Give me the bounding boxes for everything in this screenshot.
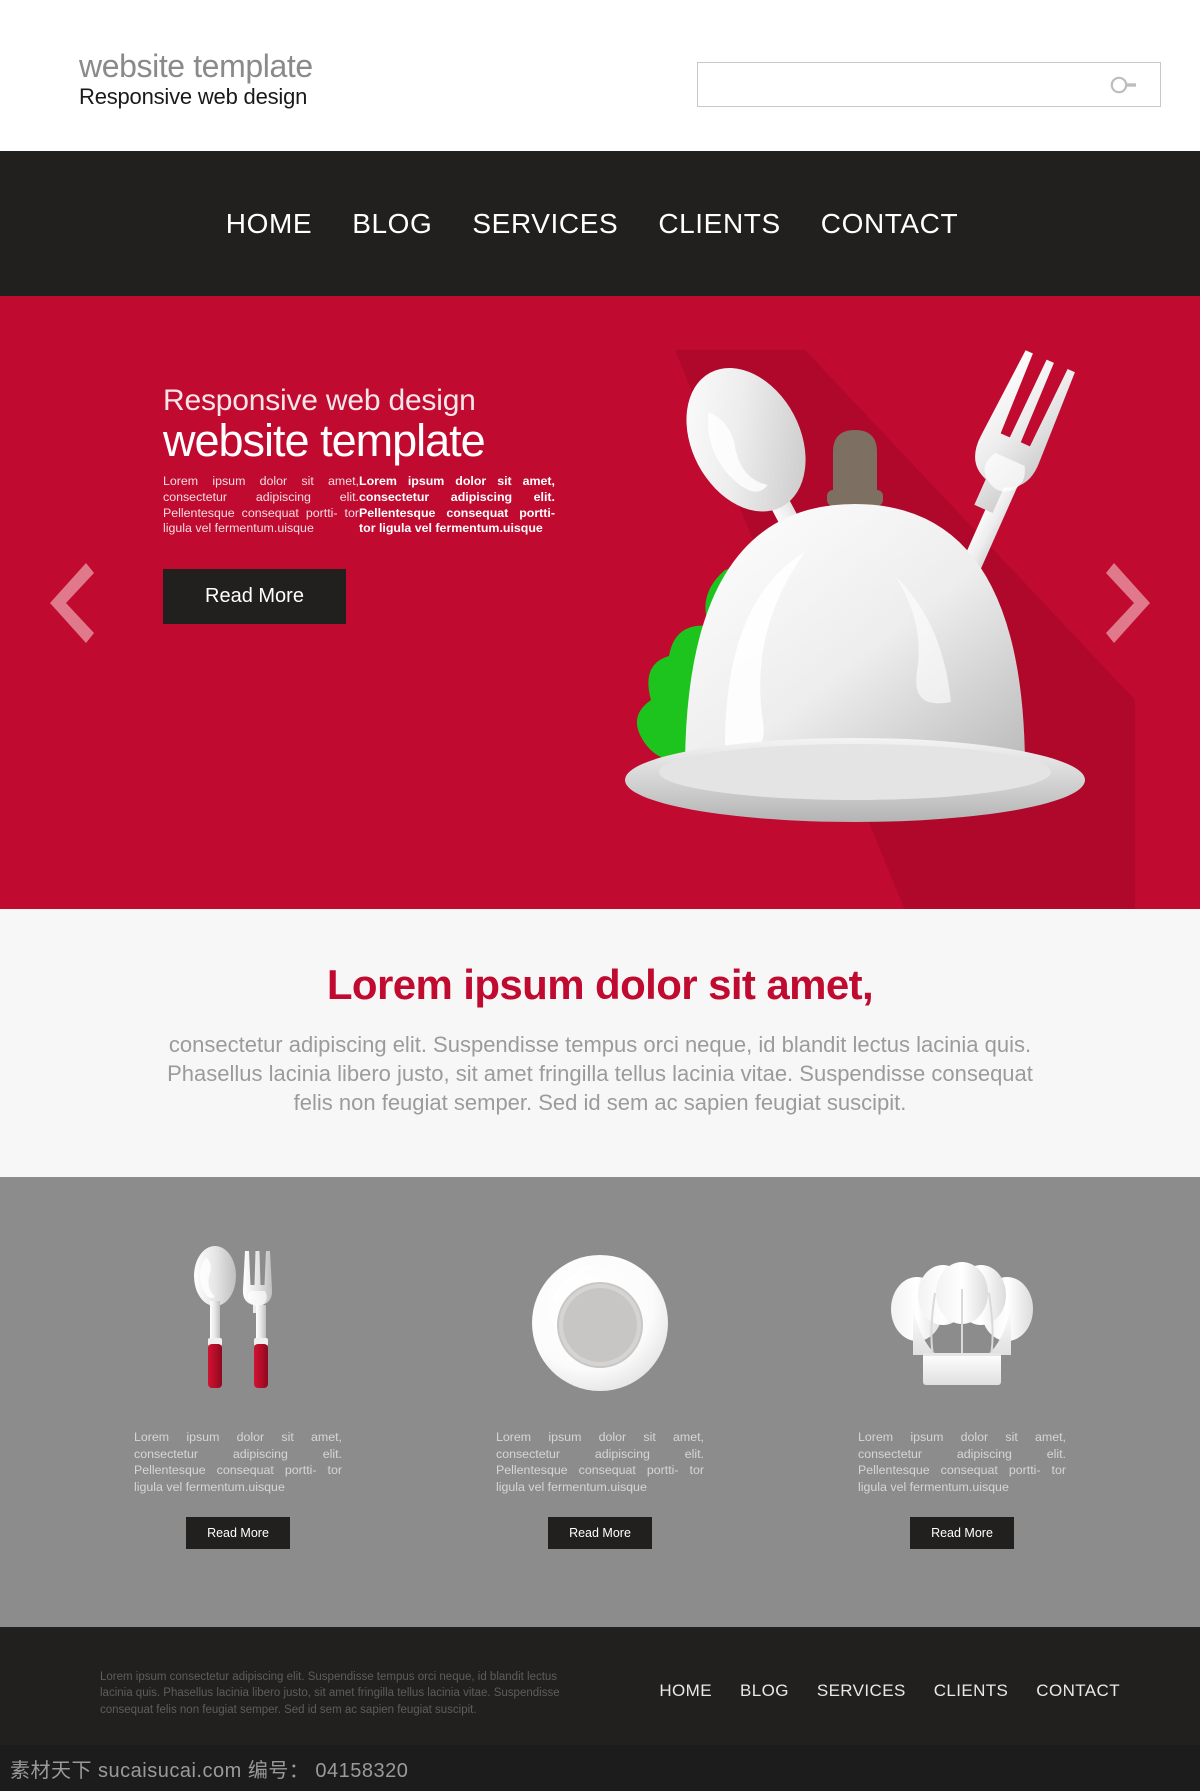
hero-subheading: website template [163, 414, 486, 466]
footer-nav-item-blog[interactable]: BLOG [740, 1681, 789, 1701]
watermark-bar: 素材天下 sucaisucai.com 编号： 04158320 [0, 1745, 1200, 1791]
footer-navigation: HOME BLOG SERVICES CLIENTS CONTACT [659, 1681, 1120, 1701]
hero-copy: Responsive web design website template L… [163, 384, 563, 625]
intro-section: Lorem ipsum dolor sit amet, consectetur … [0, 909, 1200, 1178]
watermark-text: 素材天下 sucaisucai.com 编号： 04158320 [10, 1759, 409, 1782]
hero-read-more-button[interactable]: Read More [163, 569, 346, 625]
intro-title: Lorem ipsum dolor sit amet, [326, 961, 874, 1008]
brand-title: website template [79, 48, 313, 84]
nav-item-contact[interactable]: CONTACT [821, 208, 958, 240]
site-header: website template Responsive web design [0, 0, 1200, 151]
site-footer: Lorem ipsum consectetur adipiscing elit.… [0, 1626, 1200, 1763]
main-navigation: HOME BLOG SERVICES CLIENTS CONTACT [0, 151, 1200, 296]
hero-prev-button[interactable] [48, 557, 94, 649]
hero-paragraphs: Lorem ipsum dolor sit amet, consectetur … [163, 474, 555, 538]
hero-heading: Responsive web design [163, 384, 476, 417]
feature-text: Lorem ipsum dolor sit amet, consectetur … [858, 1430, 1066, 1494]
feature-column-plate: Lorem ipsum dolor sit amet, consectetur … [455, 1233, 745, 1549]
feature-text: Lorem ipsum dolor sit amet, consectetur … [496, 1430, 704, 1494]
feature-read-more-button[interactable]: Read More [186, 1516, 290, 1549]
feature-text: Lorem ipsum dolor sit amet, consectetur … [134, 1430, 342, 1494]
search-box[interactable] [697, 62, 1161, 107]
footer-nav-item-home[interactable]: HOME [659, 1681, 712, 1701]
footer-nav-item-services[interactable]: SERVICES [817, 1681, 906, 1701]
hero-banner: Responsive web design website template L… [0, 296, 1200, 909]
nav-item-home[interactable]: HOME [226, 208, 312, 240]
hero-paragraph-left: Lorem ipsum dolor sit amet, consectetur … [163, 473, 359, 536]
feature-read-more-button[interactable]: Read More [910, 1516, 1014, 1549]
brand-tagline: Responsive web design [79, 83, 308, 109]
footer-nav-item-contact[interactable]: CONTACT [1036, 1681, 1120, 1701]
intro-body: consectetur adipiscing elit. Suspendisse… [167, 1032, 1033, 1115]
nav-list: HOME BLOG SERVICES CLIENTS CONTACT [226, 208, 974, 240]
hero-next-button[interactable] [1106, 557, 1152, 649]
spoon-and-fork-icon [182, 1233, 294, 1393]
search-icon[interactable] [1110, 76, 1138, 94]
hero-illustration [575, 310, 1135, 909]
feature-column-cutlery: Lorem ipsum dolor sit amet, consectetur … [93, 1233, 383, 1549]
nav-item-clients[interactable]: CLIENTS [658, 208, 780, 240]
search-input[interactable] [698, 63, 1160, 106]
chevron-left-icon [48, 557, 94, 649]
footer-description: Lorem ipsum consectetur adipiscing elit.… [100, 1670, 560, 1716]
feature-read-more-button[interactable]: Read More [548, 1516, 652, 1549]
chef-hat-icon [887, 1233, 1037, 1393]
nav-item-services[interactable]: SERVICES [472, 208, 618, 240]
brand-logo: website template Responsive web design [79, 48, 313, 109]
features-section: Lorem ipsum dolor sit amet, consectetur … [0, 1177, 1200, 1627]
chevron-right-icon [1106, 557, 1152, 649]
hero-paragraph-right: Lorem ipsum dolor sit amet, consectetur … [359, 473, 555, 536]
nav-item-blog[interactable]: BLOG [352, 208, 432, 240]
footer-nav-item-clients[interactable]: CLIENTS [934, 1681, 1009, 1701]
plate-icon [530, 1233, 670, 1393]
feature-column-chef-hat: Lorem ipsum dolor sit amet, consectetur … [817, 1233, 1107, 1549]
